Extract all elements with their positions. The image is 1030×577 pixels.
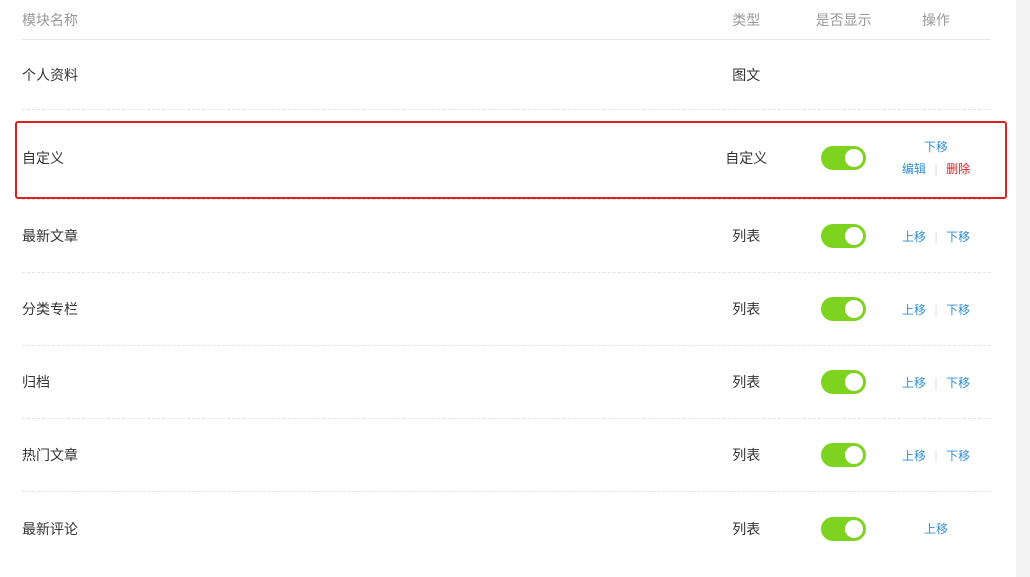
row-name: 热门文章 bbox=[22, 448, 78, 464]
delete-link[interactable]: 删除 bbox=[946, 162, 970, 176]
toggle-knob bbox=[845, 373, 864, 391]
row-ops: 上移 | 下移 bbox=[881, 447, 991, 464]
show-toggle[interactable] bbox=[821, 516, 867, 541]
toggle-knob bbox=[845, 446, 864, 464]
table-header: 模块名称 类型 是否显示 操作 bbox=[22, 0, 991, 40]
toggle-knob bbox=[845, 148, 864, 167]
table-row: 个人资料 图文 bbox=[22, 40, 991, 110]
row-name: 个人资料 bbox=[22, 67, 78, 84]
toggle-knob bbox=[845, 300, 864, 318]
row-type: 自定义 bbox=[725, 150, 768, 167]
move-down-link[interactable]: 下移 bbox=[946, 449, 970, 463]
table-row: 分类专栏 列表 上移 | 下移 bbox=[22, 273, 991, 346]
move-down-link[interactable]: 下移 bbox=[946, 230, 970, 244]
row-type: 图文 bbox=[732, 67, 761, 84]
row-type: 列表 bbox=[732, 448, 761, 464]
show-toggle[interactable] bbox=[821, 145, 867, 170]
row-ops: 上移 bbox=[881, 520, 991, 537]
move-up-link[interactable]: 上移 bbox=[902, 303, 926, 317]
separator: | bbox=[934, 161, 939, 176]
row-ops: 上移 | 下移 bbox=[881, 301, 991, 318]
move-up-link[interactable]: 上移 bbox=[902, 376, 926, 390]
toggle-knob bbox=[845, 519, 864, 538]
row-ops: 下移 编辑 | 删除 bbox=[881, 136, 991, 180]
row-name: 归档 bbox=[22, 375, 50, 391]
separator: | bbox=[934, 302, 939, 317]
table-row: 热门文章 列表 上移 | 下移 bbox=[22, 419, 991, 492]
table-row: 归档 列表 上移 | 下移 bbox=[22, 346, 991, 419]
move-down-link[interactable]: 下移 bbox=[946, 376, 970, 390]
table-row-highlighted: 自定义 自定义 下移 编辑 | 删除 bbox=[15, 116, 1007, 200]
scrollbar-track[interactable] bbox=[1016, 0, 1030, 577]
move-up-link[interactable]: 上移 bbox=[924, 522, 948, 536]
module-table: 模块名称 类型 是否显示 操作 个人资料 图文 自定义 自定义 下移 编辑 | 删除… bbox=[15, 0, 1007, 565]
separator: | bbox=[934, 448, 939, 463]
edit-link[interactable]: 编辑 bbox=[902, 162, 926, 176]
show-toggle[interactable] bbox=[821, 443, 867, 467]
row-name: 自定义 bbox=[22, 150, 64, 167]
row-type: 列表 bbox=[732, 521, 761, 538]
row-ops: 上移 | 下移 bbox=[881, 228, 991, 245]
move-up-link[interactable]: 上移 bbox=[902, 449, 926, 463]
show-toggle[interactable] bbox=[821, 224, 867, 248]
table-row: 最新评论 列表 上移 bbox=[22, 492, 991, 565]
toggle-knob bbox=[845, 227, 864, 245]
show-toggle[interactable] bbox=[821, 297, 867, 321]
header-ops: 操作 bbox=[922, 12, 951, 29]
table-row: 最新文章 列表 上移 | 下移 bbox=[22, 200, 991, 273]
row-name: 最新评论 bbox=[22, 521, 78, 538]
move-down-link[interactable]: 下移 bbox=[924, 136, 948, 158]
header-type: 类型 bbox=[732, 12, 761, 29]
row-type: 列表 bbox=[732, 302, 761, 318]
show-toggle[interactable] bbox=[821, 370, 867, 394]
row-type: 列表 bbox=[732, 229, 761, 245]
separator: | bbox=[934, 229, 939, 244]
move-down-link[interactable]: 下移 bbox=[946, 303, 970, 317]
separator: | bbox=[934, 375, 939, 390]
row-name: 最新文章 bbox=[22, 229, 78, 245]
row-type: 列表 bbox=[732, 375, 761, 391]
row-ops: 上移 | 下移 bbox=[881, 374, 991, 391]
header-module-name: 模块名称 bbox=[22, 12, 78, 29]
row-name: 分类专栏 bbox=[22, 302, 78, 318]
move-up-link[interactable]: 上移 bbox=[902, 230, 926, 244]
header-show: 是否显示 bbox=[815, 12, 872, 29]
